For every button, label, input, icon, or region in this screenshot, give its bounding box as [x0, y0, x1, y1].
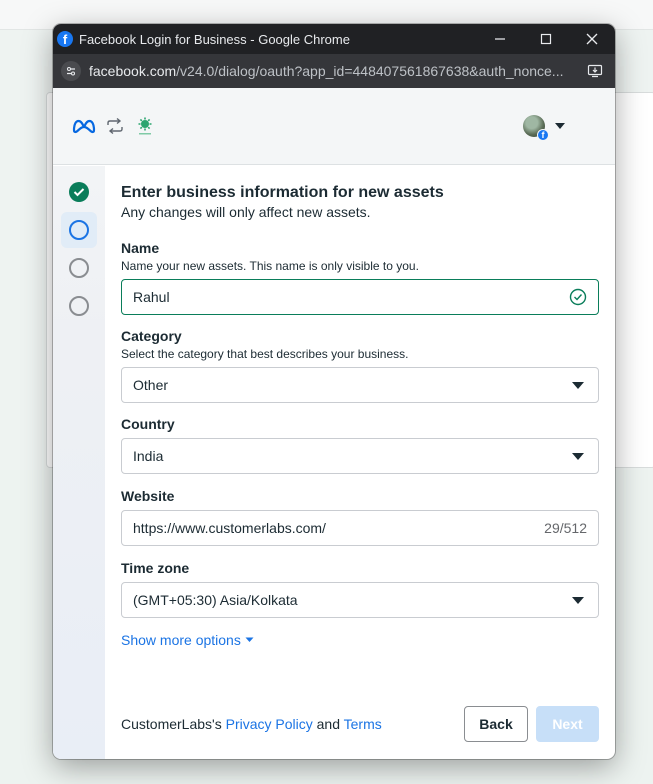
chevron-down-icon — [572, 381, 584, 389]
website-section: Website https://www.customerlabs.com/ 29… — [121, 488, 599, 546]
show-more-row: Show more options — [121, 632, 599, 648]
progress-stepper — [53, 166, 105, 759]
window-titlebar[interactable]: f Facebook Login for Business - Google C… — [53, 24, 615, 54]
country-section: Country India — [121, 416, 599, 474]
step-1-complete-icon — [69, 182, 89, 202]
timezone-select[interactable]: (GMT+05:30) Asia/Kolkata — [121, 582, 599, 618]
step-3-icon — [69, 258, 89, 278]
name-value: Rahul — [133, 289, 170, 305]
form-subtitle: Any changes will only affect new assets. — [121, 204, 371, 220]
name-section: Name Name your new assets. This name is … — [121, 240, 599, 315]
timezone-section: Time zone (GMT+05:30) Asia/Kolkata — [121, 560, 599, 618]
maximize-button[interactable] — [523, 24, 569, 54]
privacy-policy-link[interactable]: Privacy Policy — [226, 716, 313, 732]
next-button[interactable]: Next — [536, 706, 599, 742]
category-section: Category Select the category that best d… — [121, 328, 599, 403]
chevron-down-icon — [555, 123, 565, 129]
chevron-down-icon — [572, 452, 584, 460]
back-button[interactable]: Back — [464, 706, 528, 742]
category-value: Other — [133, 377, 169, 393]
step-2-current-icon — [69, 220, 89, 240]
business-logo-icon — [133, 114, 157, 138]
close-button[interactable] — [569, 24, 615, 54]
website-label: Website — [121, 488, 175, 504]
close-icon — [586, 33, 598, 45]
address-bar[interactable]: facebook.com/v24.0/dialog/oauth?app_id=4… — [53, 54, 615, 88]
policy-prefix: CustomerLabs's — [121, 716, 226, 732]
website-input[interactable]: https://www.customerlabs.com/ 29/512 — [121, 510, 599, 546]
sync-arrows-icon — [107, 117, 123, 135]
step-4-icon — [69, 296, 89, 316]
timezone-label: Time zone — [121, 560, 190, 576]
dialog-header: f — [53, 88, 615, 165]
dialog-footer: CustomerLabs's Privacy Policy and Terms … — [121, 706, 599, 742]
category-help: Select the category that best describes … — [121, 347, 409, 361]
facebook-badge-icon: f — [537, 129, 549, 141]
character-counter: 29/512 — [544, 520, 587, 536]
show-more-options-link[interactable]: Show more options — [121, 632, 599, 648]
website-value: https://www.customerlabs.com/ — [133, 520, 326, 536]
business-info-form: Enter business information for new asset… — [105, 166, 615, 759]
category-select[interactable]: Other — [121, 367, 599, 403]
url-text[interactable]: facebook.com/v24.0/dialog/oauth?app_id=4… — [89, 63, 583, 79]
open-in-chrome-icon[interactable] — [583, 59, 607, 83]
maximize-icon — [540, 33, 552, 45]
window-title: Facebook Login for Business - Google Chr… — [79, 31, 350, 47]
category-label: Category — [121, 328, 182, 344]
header-logos — [71, 114, 523, 138]
site-settings-icon[interactable] — [61, 61, 81, 81]
account-switcher[interactable]: f — [523, 115, 565, 141]
check-circle-icon — [569, 288, 587, 306]
minimize-icon — [495, 38, 505, 40]
popup-window: f Facebook Login for Business - Google C… — [53, 24, 615, 759]
avatar: f — [523, 115, 549, 141]
form-title: Enter business information for new asset… — [121, 184, 444, 201]
dialog-content: Enter business information for new asset… — [53, 166, 615, 759]
country-value: India — [133, 448, 164, 464]
name-help: Name your new assets. This name is only … — [121, 259, 419, 273]
caret-down-icon — [245, 637, 254, 642]
country-label: Country — [121, 416, 175, 432]
facebook-favicon-icon: f — [57, 31, 73, 47]
url-host: facebook.com — [89, 63, 177, 79]
meta-logo-icon — [72, 119, 96, 134]
policy-and: and — [312, 716, 344, 732]
policy-text: CustomerLabs's Privacy Policy and Terms — [121, 716, 464, 732]
url-path: /v24.0/dialog/oauth?app_id=4484075618676… — [176, 63, 564, 79]
country-select[interactable]: India — [121, 438, 599, 474]
show-more-label: Show more options — [121, 632, 241, 648]
terms-link[interactable]: Terms — [344, 716, 382, 732]
name-label: Name — [121, 240, 160, 256]
minimize-button[interactable] — [477, 24, 523, 54]
chevron-down-icon — [572, 596, 584, 604]
timezone-value: (GMT+05:30) Asia/Kolkata — [133, 592, 298, 608]
name-input[interactable]: Rahul — [121, 279, 599, 315]
